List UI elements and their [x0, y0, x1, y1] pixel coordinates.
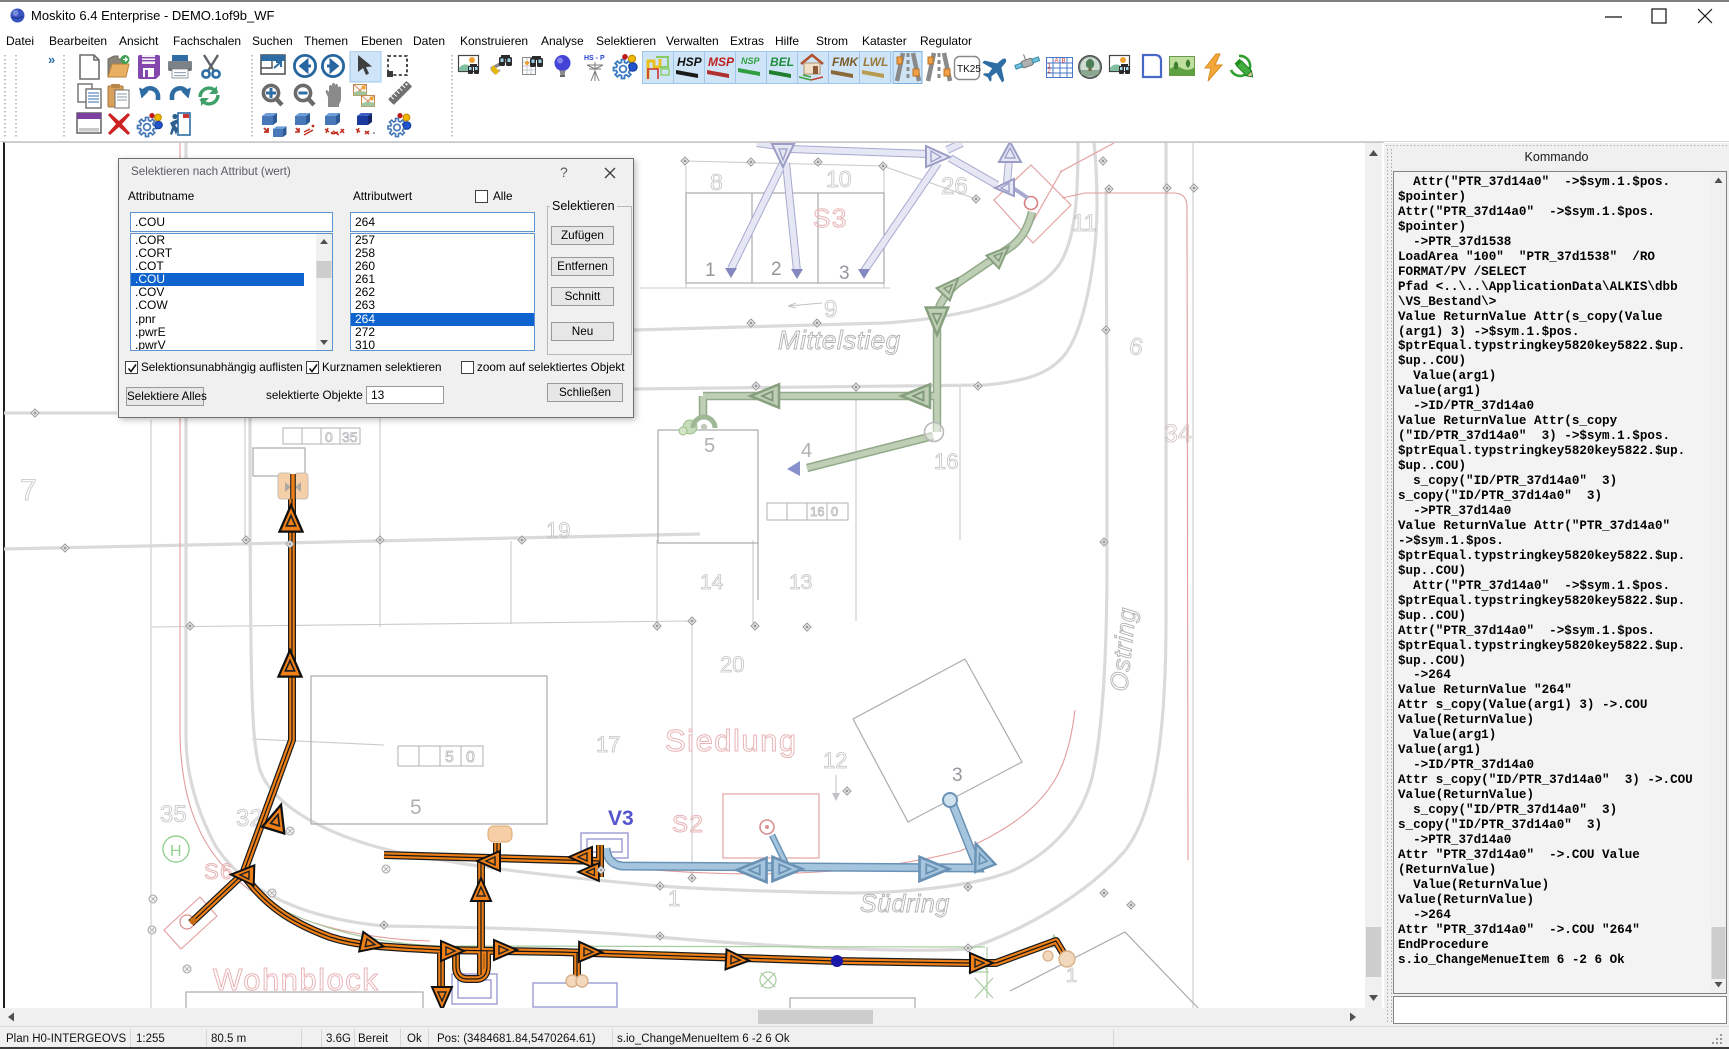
svg-text:16: 16 — [810, 504, 824, 519]
svg-text:1: 1 — [1066, 965, 1077, 987]
svg-text:FMK: FMK — [832, 55, 859, 69]
svg-text:12: 12 — [823, 748, 847, 773]
svg-text:Ostring: Ostring — [1105, 606, 1142, 693]
svg-text:35: 35 — [342, 429, 358, 445]
svg-text:19: 19 — [546, 518, 570, 543]
svg-text:TK25: TK25 — [957, 64, 981, 75]
svg-text:16: 16 — [934, 449, 958, 474]
svg-text:34: 34 — [1164, 420, 1192, 448]
svg-text:2: 2 — [771, 259, 782, 280]
svg-text:26: 26 — [941, 173, 968, 200]
svg-text:B: B — [1062, 58, 1066, 64]
svg-text:11: 11 — [1072, 210, 1097, 237]
svg-text:10: 10 — [826, 166, 852, 192]
svg-text:6: 6 — [1127, 332, 1146, 361]
svg-text:S6: S6 — [204, 859, 234, 884]
svg-text:5: 5 — [410, 796, 422, 819]
svg-text:7: 7 — [20, 474, 37, 507]
svg-text:3: 3 — [839, 263, 850, 284]
svg-text:13: 13 — [789, 571, 812, 594]
svg-text:35: 35 — [160, 801, 187, 828]
svg-text:14: 14 — [700, 571, 724, 594]
svg-text:9: 9 — [824, 296, 837, 323]
svg-text:17: 17 — [596, 732, 620, 757]
svg-text:V3: V3 — [608, 807, 634, 830]
svg-text:5: 5 — [704, 435, 715, 457]
svg-text:0: 0 — [466, 749, 475, 766]
svg-text:Mittelstieg: Mittelstieg — [778, 325, 901, 355]
svg-text:3: 3 — [952, 765, 963, 786]
svg-text:Wohnblock: Wohnblock — [213, 962, 379, 997]
svg-text:»: » — [48, 52, 55, 67]
svg-text:H: H — [170, 843, 182, 860]
svg-text:1: 1 — [668, 886, 680, 911]
svg-text:LWL: LWL — [863, 55, 888, 69]
svg-text:MSP: MSP — [708, 55, 735, 69]
svg-text:BEL: BEL — [770, 55, 794, 69]
svg-text:4: 4 — [801, 440, 812, 462]
svg-text:Siedlung: Siedlung — [665, 723, 798, 758]
svg-text:8: 8 — [710, 169, 723, 195]
svg-text:HS - P: HS - P — [584, 55, 605, 62]
svg-text:20: 20 — [720, 652, 744, 677]
svg-text:S2: S2 — [672, 811, 704, 838]
svg-text:0: 0 — [831, 504, 838, 519]
svg-text:NSP: NSP — [741, 56, 761, 66]
svg-text:Südring: Südring — [860, 890, 950, 918]
svg-text:HSP: HSP — [677, 55, 703, 69]
svg-text:0: 0 — [325, 429, 333, 445]
svg-text:1: 1 — [705, 260, 716, 281]
svg-text:S3: S3 — [813, 203, 848, 233]
svg-text:5: 5 — [445, 749, 454, 766]
svg-text:A: A — [1055, 58, 1059, 64]
